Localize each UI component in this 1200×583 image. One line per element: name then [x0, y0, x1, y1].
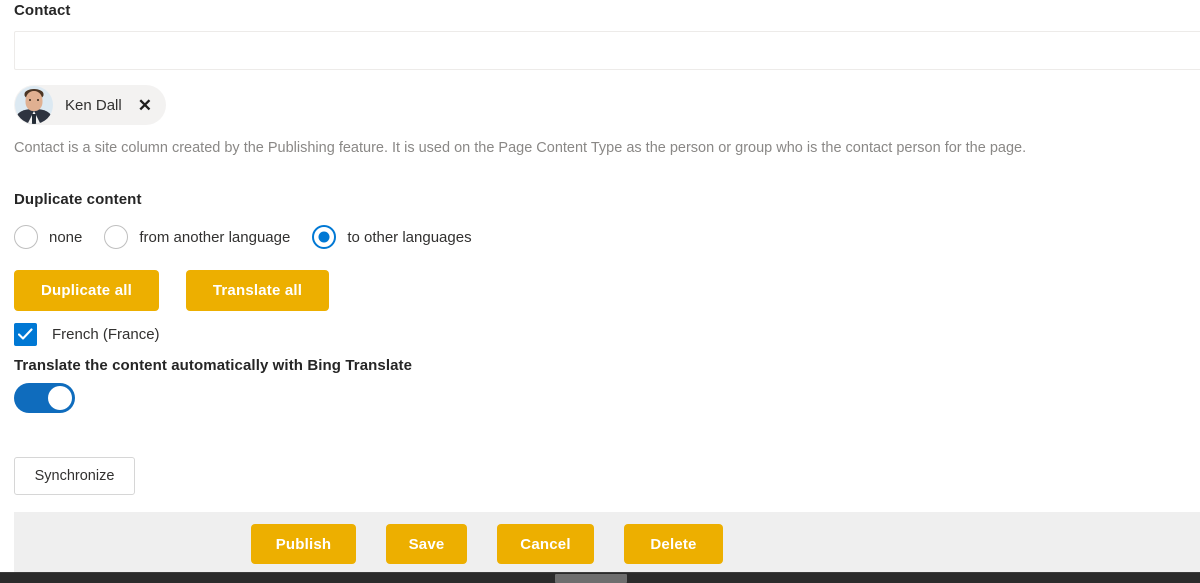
footer-action-bar: Publish Save Cancel Delete	[14, 512, 1200, 576]
left-gutter	[0, 0, 14, 572]
cancel-button[interactable]: Cancel	[497, 524, 594, 564]
radio-circle-icon	[104, 225, 128, 249]
radio-option-label: from another language	[139, 229, 290, 246]
delete-button[interactable]: Delete	[624, 524, 723, 564]
publish-button[interactable]: Publish	[251, 524, 356, 564]
radio-circle-icon	[14, 225, 38, 249]
person-avatar-icon	[15, 86, 53, 124]
contact-description-text: Contact is a site column created by the …	[14, 140, 1026, 156]
radio-option-none[interactable]: none	[14, 225, 82, 249]
translate-all-button[interactable]: Translate all	[186, 270, 329, 311]
person-name-label: Ken Dall	[65, 97, 122, 114]
radio-option-label: none	[49, 229, 82, 246]
language-checkbox-label: French (France)	[52, 326, 160, 343]
synchronize-button[interactable]: Synchronize	[14, 457, 135, 495]
radio-option-to-other-languages[interactable]: to other languages	[312, 225, 471, 249]
radio-option-from-another-language[interactable]: from another language	[104, 225, 290, 249]
contact-input[interactable]	[14, 31, 1200, 70]
bing-translate-toggle[interactable]	[14, 383, 75, 413]
form-page: Contact Ken Dall ✕ Contact is a site col…	[0, 0, 1200, 583]
duplicate-content-label: Duplicate content	[14, 191, 142, 208]
bing-translate-label: Translate the content automatically with…	[14, 357, 412, 374]
radio-option-label: to other languages	[347, 229, 471, 246]
scrollbar-thumb[interactable]	[555, 574, 627, 583]
language-checkbox-row[interactable]: French (France)	[14, 323, 160, 346]
close-icon[interactable]: ✕	[138, 97, 152, 114]
contact-field-label: Contact	[14, 2, 71, 19]
save-button[interactable]: Save	[386, 524, 467, 564]
duplicate-content-radio-group: none from another language to other lang…	[14, 225, 494, 249]
radio-circle-selected-icon	[312, 225, 336, 249]
horizontal-scrollbar[interactable]	[0, 572, 1200, 583]
toggle-knob	[48, 386, 72, 410]
checkmark-icon[interactable]	[14, 323, 37, 346]
duplicate-all-button[interactable]: Duplicate all	[14, 270, 159, 311]
selected-person-pill[interactable]: Ken Dall ✕	[14, 85, 166, 125]
